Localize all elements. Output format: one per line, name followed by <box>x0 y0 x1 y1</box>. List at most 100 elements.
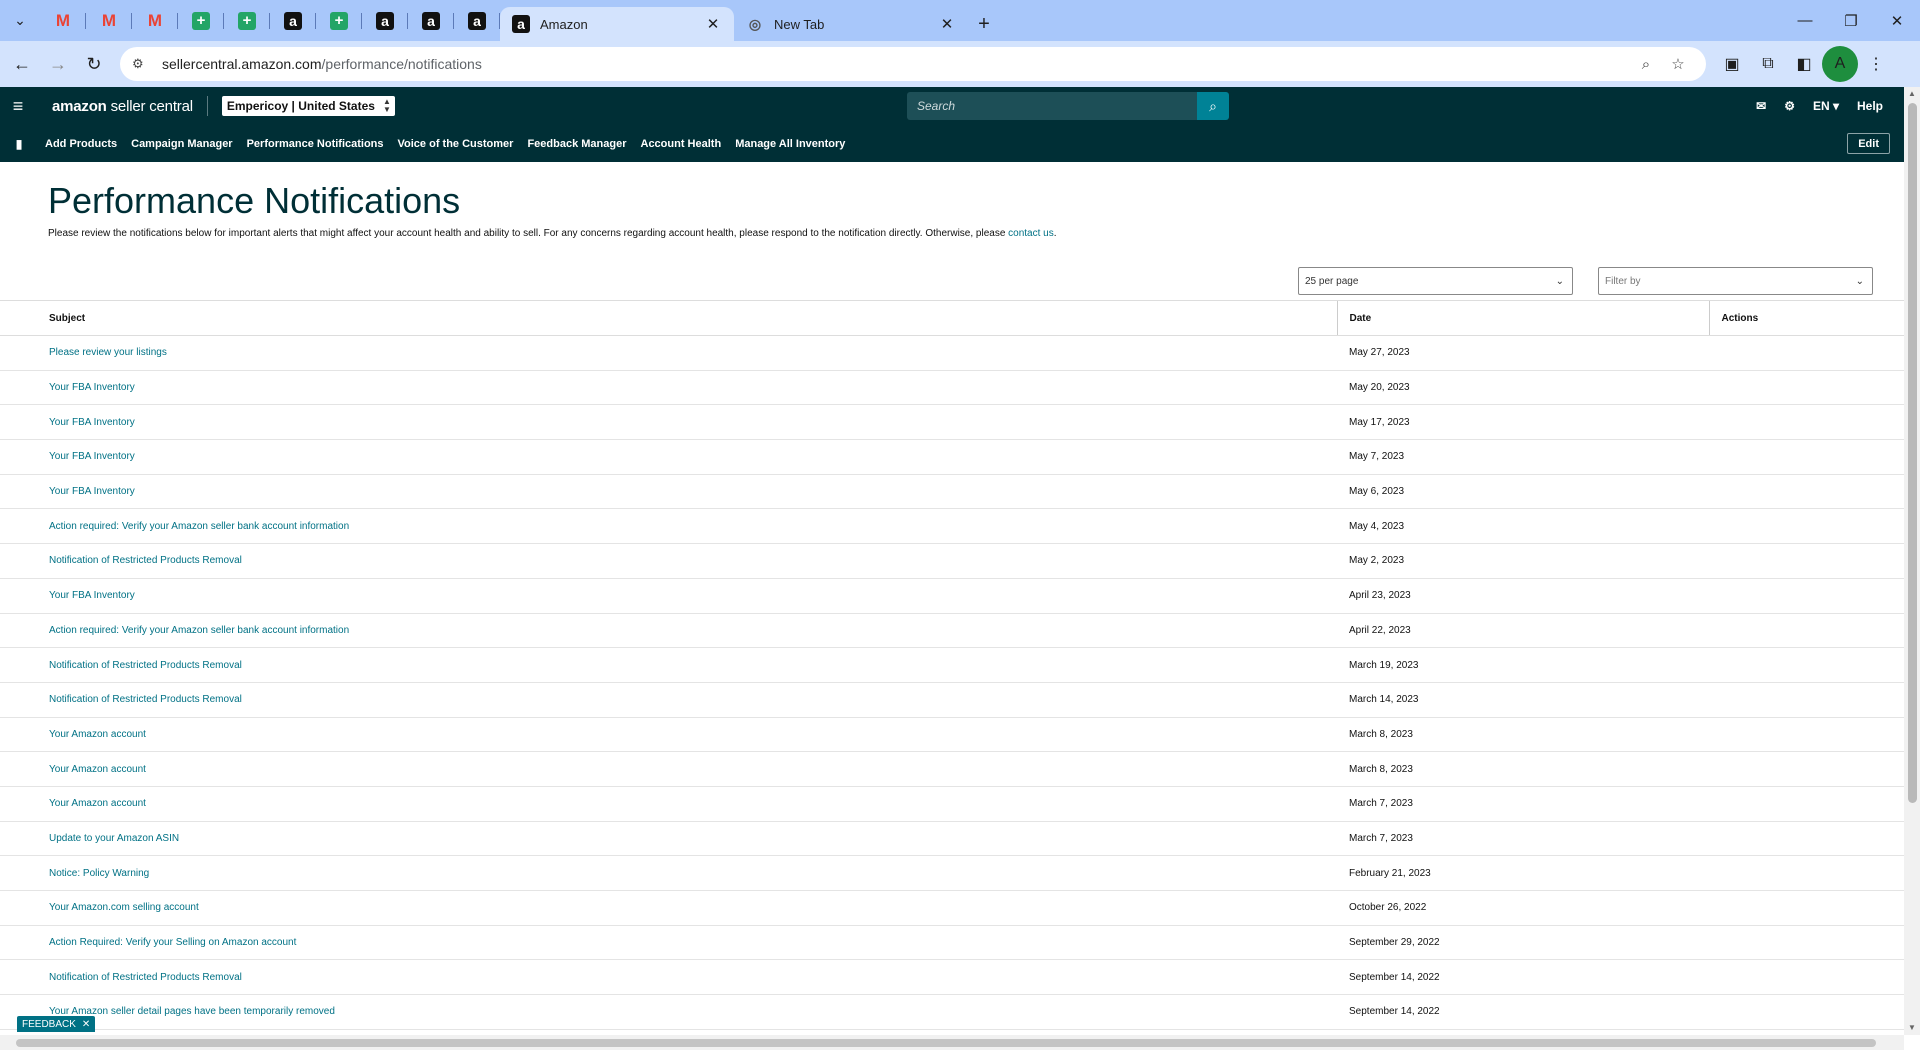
nav-item-voice-of-customer[interactable]: Voice of the Customer <box>391 138 521 150</box>
tab-amazon-3[interactable]: a <box>408 0 454 41</box>
scrollbar-thumb[interactable] <box>1908 103 1917 803</box>
nav-item-performance-notifications[interactable]: Performance Notifications <box>240 138 391 150</box>
gear-icon[interactable]: ⚙ <box>1775 99 1804 113</box>
logo-light: seller central <box>106 97 193 115</box>
bookmark-icon[interactable]: ▮ <box>0 137 38 151</box>
subject-link[interactable]: Notification of Restricted Products Remo… <box>49 972 242 983</box>
subject-link[interactable]: Your Amazon.com selling account <box>49 902 199 913</box>
horizontal-scrollbar[interactable] <box>0 1035 1904 1050</box>
feedback-tab[interactable]: FEEDBACK ✕ <box>17 1016 96 1032</box>
nav-item-add-products[interactable]: Add Products <box>38 138 124 150</box>
profile-avatar[interactable]: A <box>1822 46 1858 82</box>
back-arrow-icon[interactable]: ← <box>4 46 40 82</box>
table-row: Notification of Restricted Products Remo… <box>0 682 1904 718</box>
close-icon[interactable]: ✕ <box>704 15 722 33</box>
url-text[interactable]: sellercentral.amazon.com/performance/not… <box>162 56 1630 72</box>
subject-link[interactable]: Notification of Restricted Products Remo… <box>49 555 242 566</box>
actions-cell <box>1709 959 1904 996</box>
subject-cell: Notification of Restricted Products Remo… <box>0 647 1337 683</box>
logo-bold: amazon <box>52 97 107 115</box>
tab-sheets-2[interactable]: + <box>224 0 270 41</box>
reload-icon[interactable]: ↻ <box>76 46 112 82</box>
date-cell: May 4, 2023 <box>1337 508 1709 545</box>
tab-amazon-4[interactable]: a <box>454 0 500 41</box>
menu-kebab-icon[interactable]: ⋮ <box>1858 46 1894 82</box>
omnibox[interactable]: ⚙ sellercentral.amazon.com/performance/n… <box>120 47 1706 81</box>
table-row: Your Amazon account March 7, 2023 <box>0 786 1904 822</box>
scroll-up-icon[interactable]: ▲ <box>1904 87 1920 101</box>
date-cell: September 14, 2022 <box>1337 994 1709 1030</box>
per-page-select[interactable]: 25 per page ⌄ <box>1298 267 1573 295</box>
subject-link[interactable]: Your Amazon account <box>49 764 146 775</box>
search-button[interactable]: ⌕ <box>1197 92 1229 120</box>
subject-link[interactable]: Your FBA Inventory <box>49 382 135 393</box>
extensions-puzzle-icon[interactable]: ⧉ <box>1750 46 1786 82</box>
help-link[interactable]: Help <box>1848 99 1892 113</box>
tab-new-tab[interactable]: ◎ New Tab ✕ <box>734 7 968 41</box>
bookmark-star-icon[interactable]: ☆ <box>1662 55 1694 73</box>
side-panel-icon[interactable]: ◧ <box>1786 46 1822 82</box>
scroll-down-icon[interactable]: ▼ <box>1904 1021 1920 1035</box>
table-row: Your FBA Inventory May 6, 2023 <box>0 474 1904 510</box>
feedback-label: FEEDBACK <box>22 1018 76 1030</box>
hamburger-menu-icon[interactable]: ≡ <box>0 96 36 117</box>
subject-link[interactable]: Please review your listings <box>49 347 167 358</box>
contact-us-link[interactable]: contact us <box>1008 228 1054 239</box>
restore-icon[interactable]: ❐ <box>1828 0 1874 41</box>
sheets-icon: + <box>330 11 348 30</box>
nav-item-account-health[interactable]: Account Health <box>634 138 729 150</box>
close-icon[interactable]: ✕ <box>82 1019 90 1030</box>
subject-link[interactable]: Action required: Verify your Amazon sell… <box>49 625 349 636</box>
forward-arrow-icon[interactable]: → <box>40 46 76 82</box>
minimize-icon[interactable]: — <box>1782 0 1828 41</box>
subject-link[interactable]: Your FBA Inventory <box>49 451 135 462</box>
subject-link[interactable]: Notice: Policy Warning <box>49 868 149 879</box>
subject-link[interactable]: Your FBA Inventory <box>49 417 135 428</box>
subject-link[interactable]: Notification of Restricted Products Remo… <box>49 694 242 705</box>
vertical-scrollbar[interactable]: ▲ ▼ <box>1904 87 1920 1035</box>
close-icon[interactable]: ✕ <box>938 15 956 33</box>
tab-gmail-1[interactable]: M <box>40 0 86 41</box>
site-settings-icon[interactable]: ⚙ <box>132 56 152 72</box>
seller-central-logo[interactable]: amazon seller central <box>52 98 193 115</box>
tab-sheets-1[interactable]: + <box>178 0 224 41</box>
subject-link[interactable]: Notification of Restricted Products Remo… <box>49 660 242 671</box>
edit-button[interactable]: Edit <box>1847 133 1890 154</box>
search-box: Search ⌕ <box>907 92 1229 120</box>
nav-item-manage-inventory[interactable]: Manage All Inventory <box>728 138 852 150</box>
nav-item-feedback-manager[interactable]: Feedback Manager <box>520 138 633 150</box>
subject-link[interactable]: Your FBA Inventory <box>49 590 135 601</box>
window-close-icon[interactable]: ✕ <box>1874 0 1920 41</box>
extension-off-icon[interactable]: ▣ <box>1714 46 1750 82</box>
tab-gmail-2[interactable]: M <box>86 0 132 41</box>
header-date[interactable]: Date <box>1336 300 1709 336</box>
subject-link[interactable]: Update to your Amazon ASIN <box>49 833 179 844</box>
tab-amazon-active[interactable]: a Amazon ✕ <box>500 7 734 41</box>
search-input[interactable]: Search <box>907 92 1197 120</box>
filter-select[interactable]: Filter by ⌄ <box>1598 267 1873 295</box>
table-row: Your Amazon account March 8, 2023 <box>0 717 1904 753</box>
mail-icon[interactable]: ✉ <box>1747 99 1775 113</box>
tab-search-chevron-icon[interactable]: ⌄ <box>8 9 32 33</box>
subject-link[interactable]: Your Amazon account <box>49 798 146 809</box>
subject-link[interactable]: Action Required: Verify your Selling on … <box>49 937 296 948</box>
scrollbar-thumb[interactable] <box>16 1039 1876 1047</box>
subject-link[interactable]: Your Amazon account <box>49 729 146 740</box>
tab-gmail-3[interactable]: M <box>132 0 178 41</box>
new-tab-button[interactable]: + <box>968 7 1000 41</box>
subject-cell: Your FBA Inventory <box>0 370 1337 406</box>
account-selector[interactable]: Empericoy | United States ▲ ▼ <box>221 96 395 116</box>
table-row: Action required: Verify your Amazon sell… <box>0 508 1904 545</box>
nav-item-campaign-manager[interactable]: Campaign Manager <box>124 138 239 150</box>
tab-amazon-2[interactable]: a <box>362 0 408 41</box>
tab-sheets-3[interactable]: + <box>316 0 362 41</box>
table-row: Please review your listings May 27, 2023 <box>0 335 1904 371</box>
subject-link[interactable]: Your FBA Inventory <box>49 486 135 497</box>
language-selector[interactable]: EN ▾ <box>1804 99 1848 113</box>
tab-amazon-1[interactable]: a <box>270 0 316 41</box>
header-subject[interactable]: Subject <box>0 300 1337 336</box>
zoom-icon[interactable]: ⌕ <box>1630 56 1662 73</box>
actions-cell <box>1709 335 1904 371</box>
subject-link[interactable]: Action required: Verify your Amazon sell… <box>49 521 349 532</box>
actions-cell <box>1709 578 1904 614</box>
